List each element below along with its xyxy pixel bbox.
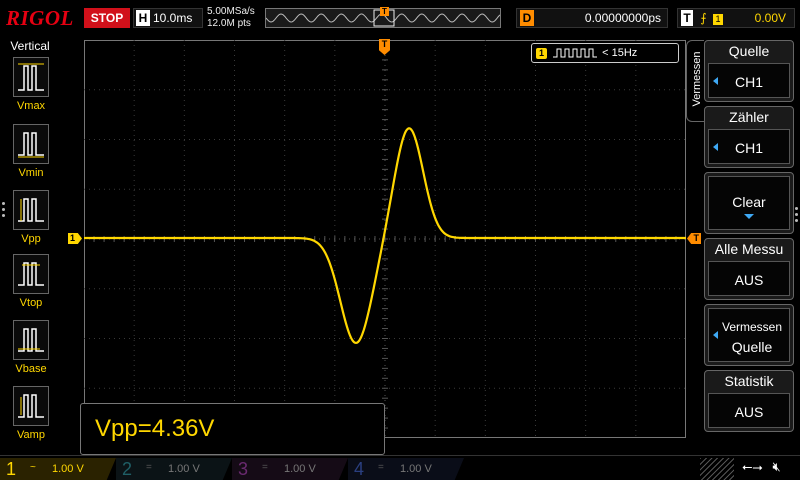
menu-alle-messungen[interactable]: Alle Messu AUS (704, 238, 794, 300)
trigger-position-marker: T (380, 7, 389, 16)
status-icons: ⭠⭢ 🔇︎ (736, 459, 781, 475)
ch4-scale: 1.00 V (400, 463, 432, 475)
vmin-icon (13, 124, 49, 164)
right-page-dots (795, 207, 799, 225)
trigger-level-marker[interactable]: T (687, 233, 701, 244)
trigger-channel: 1 (712, 14, 723, 25)
vpp-icon (13, 190, 49, 230)
ch1-offset-marker[interactable]: 1 (68, 233, 82, 244)
measure-vmax-label: Vmax (16, 100, 46, 112)
menu-quelle-value: CH1 (708, 63, 790, 98)
trigger-display[interactable]: T ⨍ 1 0.00V (677, 8, 795, 28)
ch3-coupling: = (262, 462, 268, 473)
menu-zaehler-value: CH1 (708, 129, 790, 164)
left-arrow-icon (713, 142, 718, 151)
ch2-coupling: = (146, 462, 152, 473)
ch2-status[interactable]: 2 = 1.00 V (116, 458, 232, 480)
ch1-coupling: ~ (30, 462, 36, 473)
waveform-display[interactable] (83, 39, 686, 438)
menu-quelle-label: Quelle (728, 43, 770, 59)
ch2-number: 2 (122, 459, 133, 479)
menu-alle-label: Alle Messu (714, 241, 784, 257)
menu-vermessen-value: Quelle (731, 339, 773, 355)
menu-vermessen-quelle[interactable]: Vermessen Quelle (704, 304, 794, 366)
left-arrow-icon (713, 76, 718, 85)
vpp-measurement: Vpp=4.36V (80, 403, 385, 455)
vmax-icon (13, 57, 49, 97)
horizontal-timebase[interactable]: H 10.0ms (133, 8, 203, 28)
horizontal-letter: H (136, 10, 150, 26)
freq-channel-badge: 1 (536, 47, 547, 59)
sound-muted-icon[interactable]: 🔇︎ (772, 459, 780, 474)
memory-depth: 12.0M pts (207, 18, 251, 29)
left-page-dots (2, 202, 6, 220)
measure-vmin[interactable]: Vmin (8, 124, 54, 179)
frequency-value: < 15Hz (602, 47, 638, 59)
menu-statistik-label: Statistik (724, 373, 774, 389)
vamp-icon (13, 386, 49, 426)
vtop-icon (13, 254, 49, 294)
ch2-scale: 1.00 V (168, 463, 200, 475)
measure-vpp-label: Vpp (21, 233, 41, 245)
measure-vamp-label: Vamp (17, 429, 45, 441)
ch3-status[interactable]: 3 = 1.00 V (232, 458, 348, 480)
usb-icon: ⭠⭢ (742, 459, 763, 474)
ch4-coupling: = (378, 462, 384, 473)
measure-vmin-label: Vmin (18, 167, 44, 179)
measure-vbase[interactable]: Vbase (8, 320, 54, 375)
measure-vamp[interactable]: Vamp (8, 386, 54, 441)
ch4-number: 4 (354, 459, 365, 479)
ch1-number: 1 (6, 459, 17, 479)
rising-edge-icon: ⨍ (700, 11, 707, 25)
measure-vpp[interactable]: Vpp (8, 190, 54, 245)
ch4-status[interactable]: 4 = 1.00 V (348, 458, 464, 480)
menu-clear[interactable]: Clear (704, 172, 794, 234)
measure-vbase-label: Vbase (15, 363, 47, 375)
trigger-level: 0.00V (754, 11, 786, 25)
pulse-train-icon (553, 48, 598, 58)
menu-quelle[interactable]: Quelle CH1 (704, 40, 794, 102)
down-arrow-icon (744, 214, 754, 219)
vbase-icon (13, 320, 49, 360)
menu-vermessen-body: Vermessen Quelle (708, 308, 790, 362)
ch1-status[interactable]: 1 ~ 1.00 V (0, 458, 116, 480)
timebase-value: 10.0ms (153, 11, 193, 25)
menu-tab-vermessen[interactable]: Vermessen (686, 40, 704, 122)
menu-statistik[interactable]: Statistik AUS (704, 370, 794, 432)
ch3-scale: 1.00 V (284, 463, 316, 475)
run-stop-status[interactable]: STOP (84, 8, 130, 28)
left-menu-title: Vertical (10, 39, 50, 53)
delay-display[interactable]: D 0.00000000ps (516, 8, 668, 28)
top-status-bar: RIGOL STOP H 10.0ms 5.00MSa/s 12.0M pts T… (0, 0, 800, 36)
menu-clear-body: Clear (708, 176, 790, 230)
menu-clear-label: Clear (732, 194, 766, 210)
menu-vermessen-label: Vermessen (721, 320, 783, 334)
delay-value: 0.00000000ps (584, 11, 661, 25)
menu-zaehler[interactable]: Zähler CH1 (704, 106, 794, 168)
ch3-number: 3 (238, 459, 249, 479)
frequency-counter: 1 < 15Hz (531, 43, 679, 63)
measure-vmax[interactable]: Vmax (8, 57, 54, 112)
status-deco (700, 458, 734, 480)
menu-alle-value: AUS (708, 261, 790, 296)
menu-tab-label: Vermessen (691, 51, 703, 107)
trigger-letter: T (681, 10, 693, 26)
measure-vtop-label: Vtop (19, 297, 43, 309)
channel-status-bar: 1 ~ 1.00 V 2 = 1.00 V 3 = 1.00 V 4 = 1.0… (0, 455, 800, 480)
sample-info: 5.00MSa/s 12.0M pts (207, 6, 255, 30)
ch1-scale: 1.00 V (52, 463, 84, 475)
menu-zaehler-label: Zähler (729, 109, 769, 125)
measure-vtop[interactable]: Vtop (8, 254, 54, 309)
menu-statistik-value: AUS (708, 393, 790, 428)
rigol-logo: RIGOL (6, 6, 74, 30)
waveform-grid (83, 39, 686, 438)
left-arrow-icon (713, 331, 718, 339)
sample-rate: 5.00MSa/s (207, 6, 255, 17)
delay-letter: D (520, 10, 534, 26)
